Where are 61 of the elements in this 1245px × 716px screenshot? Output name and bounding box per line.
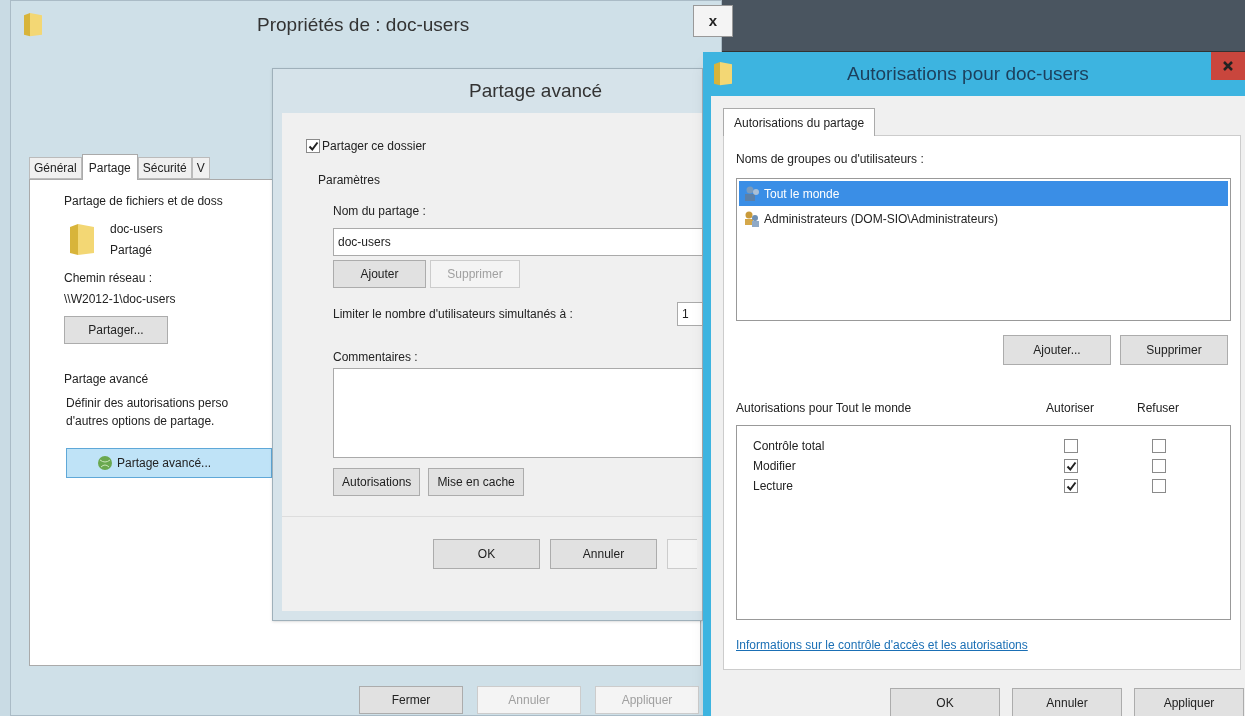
window-title: Partage avancé bbox=[468, 78, 604, 103]
field-label: Autorisations pour Tout le monde bbox=[736, 400, 913, 417]
column-header: Refuser bbox=[1136, 400, 1180, 417]
close-icon bbox=[1223, 61, 1233, 71]
path-label: Chemin réseau : bbox=[64, 270, 154, 287]
dialog-button[interactable]: Partager... bbox=[64, 316, 168, 344]
user-limit-field[interactable]: 1 bbox=[677, 302, 703, 326]
tab[interactable]: Sécurité bbox=[137, 157, 192, 179]
checkbox[interactable] bbox=[1064, 459, 1078, 473]
dialog-button[interactable]: OK bbox=[890, 688, 1000, 716]
folder-status: Partagé bbox=[110, 242, 154, 259]
close-button[interactable] bbox=[1211, 52, 1245, 80]
description-text: Définir des autorisations perso bbox=[66, 395, 230, 412]
permission-name: Modifier bbox=[752, 458, 797, 475]
field-label: Nom du partage : bbox=[333, 203, 427, 220]
group-list-item[interactable]: Administrateurs (DOM-SIO\Administrateurs) bbox=[739, 206, 1228, 231]
checkbox[interactable] bbox=[1152, 459, 1166, 473]
permission-name: Lecture bbox=[752, 478, 795, 495]
dialog-button[interactable]: Ajouter bbox=[333, 260, 426, 288]
dialog-button[interactable]: Fermer bbox=[359, 686, 463, 714]
checkbox[interactable] bbox=[1064, 479, 1078, 493]
field-label: Noms de groupes ou d'utilisateurs : bbox=[736, 151, 925, 168]
field-label: Limiter le nombre d'utilisateurs simultanés à : bbox=[333, 306, 573, 323]
window-title: Autorisations pour doc-users bbox=[847, 61, 1089, 86]
section-heading: Paramètres bbox=[318, 172, 382, 189]
advanced-sharing-button[interactable]: Partage avancé... bbox=[66, 448, 272, 478]
tab[interactable]: Général bbox=[29, 157, 82, 179]
close-button[interactable]: x bbox=[693, 5, 733, 37]
dialog-button[interactable]: OK bbox=[433, 539, 540, 569]
checkbox-label: Partager ce dossier bbox=[322, 138, 427, 155]
network-path: \\W2012-1\doc-users bbox=[64, 291, 177, 308]
tab[interactable]: Partage bbox=[81, 154, 138, 180]
share-name-field[interactable]: doc-users bbox=[333, 228, 703, 256]
field-label: Commentaires : bbox=[333, 349, 419, 366]
tab[interactable]: Autorisations du partage bbox=[723, 108, 876, 136]
folder-name: doc-users bbox=[110, 221, 163, 238]
section-heading: Partage avancé bbox=[64, 371, 150, 388]
description-text: d'autres options de partage. bbox=[66, 413, 216, 430]
column-header: Autoriser bbox=[1045, 400, 1095, 417]
checkbox[interactable] bbox=[1064, 439, 1078, 453]
help-link[interactable]: Informations sur le contrôle d'accès et les autorisations bbox=[736, 636, 1028, 654]
checkbox[interactable] bbox=[1152, 479, 1166, 493]
users-icon bbox=[743, 209, 761, 228]
dialog-button[interactable]: Appliquer bbox=[1134, 688, 1244, 716]
dialog-button[interactable]: Annuler bbox=[1012, 688, 1122, 716]
folder-icon bbox=[22, 12, 44, 38]
dialog-button[interactable]: Annuler bbox=[550, 539, 657, 569]
window-title: Propriétés de : doc-users bbox=[257, 12, 470, 37]
dialog-button[interactable]: Autorisations bbox=[333, 468, 421, 496]
permission-name: Contrôle total bbox=[752, 438, 826, 455]
folder-icon bbox=[68, 222, 96, 257]
comments-field[interactable] bbox=[333, 368, 703, 458]
checkbox[interactable] bbox=[1152, 439, 1166, 453]
user-group-icon bbox=[743, 184, 761, 203]
dialog-button[interactable]: Ajouter... bbox=[1003, 335, 1111, 365]
folder-icon bbox=[712, 61, 734, 87]
section-heading: Partage de fichiers et de doss bbox=[64, 193, 224, 210]
dialog-button[interactable]: Supprimer bbox=[1120, 335, 1228, 365]
globe-icon bbox=[97, 455, 113, 471]
checkbox[interactable] bbox=[306, 139, 320, 153]
dialog-button[interactable]: Mise en cache bbox=[428, 468, 524, 496]
